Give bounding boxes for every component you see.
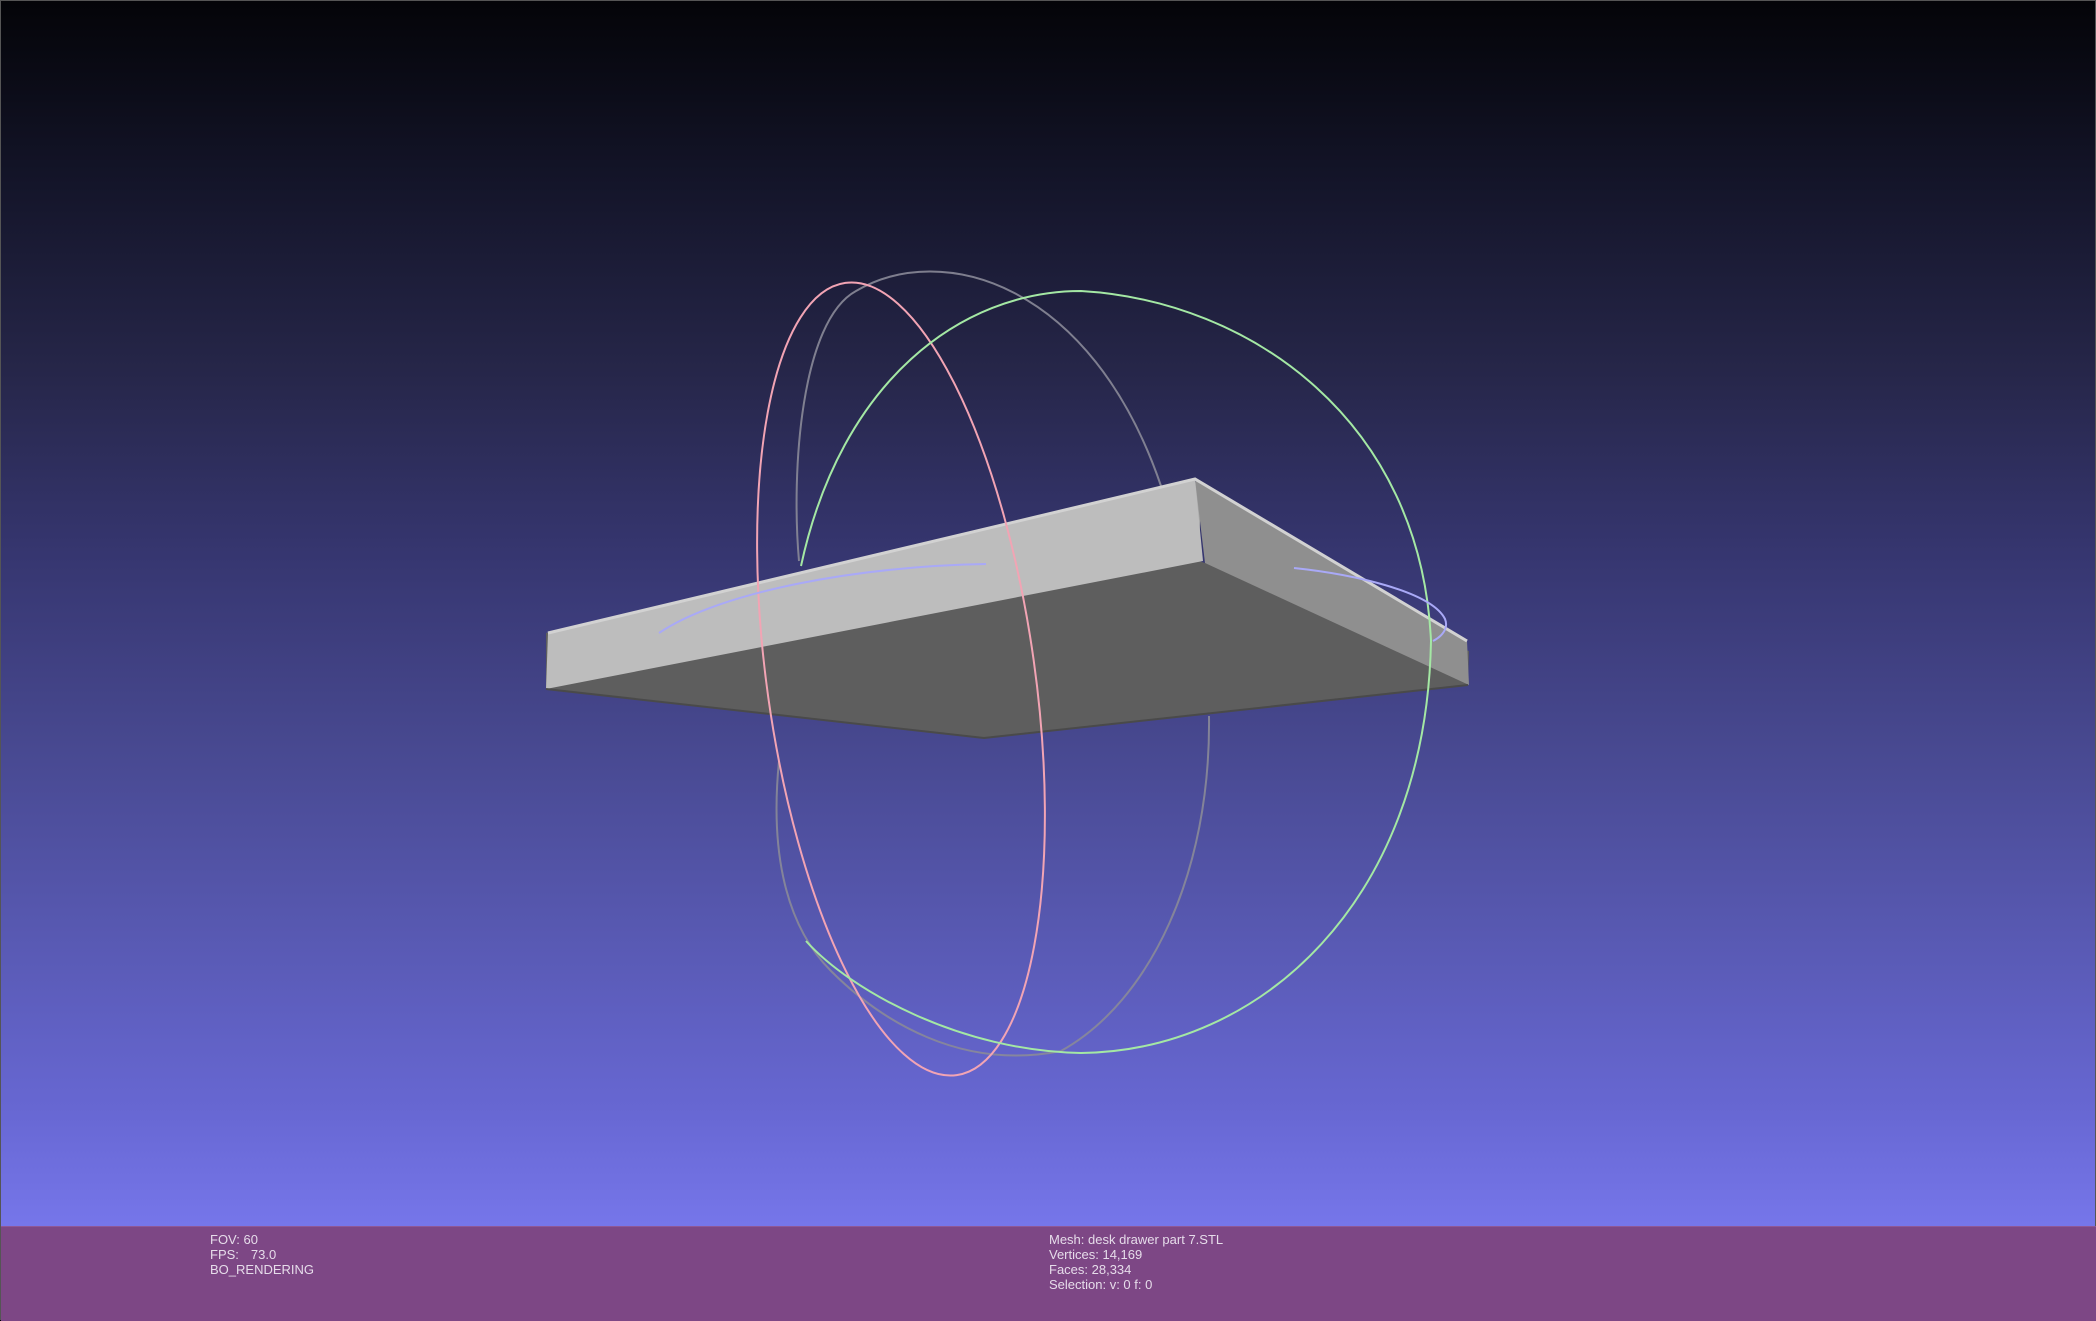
mesh-name: Mesh: desk drawer part 7.STL: [1049, 1232, 1224, 1247]
3d-viewport[interactable]: FOV: 60 FPS: 73.0 BO_RENDERING Mesh: desk…: [0, 0, 2096, 1321]
fov-readout: FOV: 60: [210, 1232, 258, 1247]
trackball-gray-ring: [775, 715, 1211, 1057]
vertex-count: Vertices: 14,169: [1049, 1247, 1143, 1262]
selection-info: Selection: v: 0 f: 0: [1049, 1277, 1153, 1292]
mesh-info: Mesh: desk drawer part 7.STL Vertices: 1…: [1049, 1232, 1223, 1292]
scene-canvas[interactable]: [1, 1, 2096, 1226]
fps-label: FPS:: [210, 1247, 239, 1262]
info-panel: FOV: 60 FPS: 73.0 BO_RENDERING Mesh: desk…: [1, 1226, 2096, 1321]
fps-value: 73.0: [250, 1247, 277, 1262]
view-info: FOV: 60 FPS: 73.0 BO_RENDERING: [210, 1232, 314, 1277]
fps-readout: FPS: 73.0: [210, 1247, 314, 1262]
face-count: Faces: 28,334: [1049, 1262, 1132, 1277]
render-mode: BO_RENDERING: [210, 1262, 315, 1277]
